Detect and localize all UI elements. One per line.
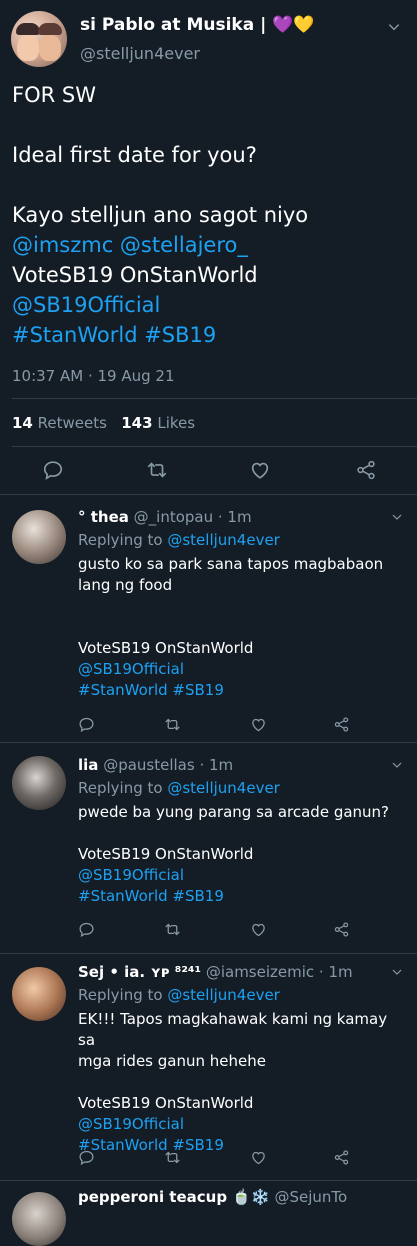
tweet-body-link-line[interactable]: #StanWorld #SB19 xyxy=(12,320,407,350)
avatar[interactable] xyxy=(11,11,67,67)
avatar[interactable] xyxy=(12,967,66,1021)
replying-prefix: Replying to xyxy=(78,779,163,797)
reply-actions xyxy=(78,1149,378,1169)
reply-actions xyxy=(78,921,378,941)
reply-text: gusto ko sa park sana tapos magbabaon lan… xyxy=(78,554,398,701)
reply-time: · 1m xyxy=(199,756,234,774)
like-icon[interactable] xyxy=(250,716,267,733)
tweet-actions xyxy=(0,455,417,485)
reply-text-line: mga rides ganun hehehe xyxy=(78,1052,266,1070)
reply-header: pepperoni teacup 🍵❄️ @SejunTo xyxy=(78,1188,347,1206)
reply-text-line: lang ng food xyxy=(78,576,173,594)
reply-name[interactable]: lia xyxy=(78,756,98,774)
reply-icon[interactable] xyxy=(78,921,95,938)
avatar[interactable] xyxy=(12,1192,66,1246)
divider xyxy=(0,1180,417,1181)
tweet-body-line xyxy=(12,110,407,140)
tweet-body: FOR SW Ideal first date for you? Kayo stel… xyxy=(12,80,407,350)
reply-handle[interactable]: @_intopau xyxy=(134,508,213,526)
reply-text-line xyxy=(78,617,398,638)
avatar[interactable] xyxy=(12,510,66,564)
tweet-body-line: Kayo stelljun ano sagot niyo xyxy=(12,203,309,227)
replying-prefix: Replying to xyxy=(78,531,163,549)
reply-handle[interactable]: @SejunTo xyxy=(274,1188,347,1206)
tweet-body-line xyxy=(12,170,407,200)
reply-text-link-line[interactable]: #StanWorld #SB19 xyxy=(78,680,398,701)
reply-text-line: EK!!! Tapos magkahawak kami ng kamay sa xyxy=(78,1010,388,1049)
chevron-down-icon[interactable] xyxy=(391,759,403,771)
tweet-body-line: FOR SW xyxy=(12,83,96,107)
reply-time: · 1m xyxy=(318,963,353,981)
retweet-icon[interactable] xyxy=(164,921,181,938)
replying-to-handle[interactable]: @stelljun4ever xyxy=(167,779,280,797)
chevron-down-icon[interactable] xyxy=(391,966,403,978)
tweet-body-line: VoteSB19 OnStanWorld xyxy=(12,263,258,287)
reply-icon[interactable] xyxy=(42,459,64,481)
divider xyxy=(12,446,417,447)
chevron-down-icon[interactable] xyxy=(391,511,403,523)
chevron-down-icon[interactable] xyxy=(387,20,401,34)
tweet-stats: 14 Retweets 143 Likes xyxy=(12,414,195,432)
tweet-body-link-line[interactable]: @imszmc @stellajero_ xyxy=(12,230,407,260)
divider xyxy=(0,953,417,954)
replying-to-handle[interactable]: @stelljun4ever xyxy=(167,986,280,1004)
reply-handle[interactable]: @paustellas xyxy=(103,756,195,774)
replying-prefix: Replying to xyxy=(78,986,163,1004)
share-icon[interactable] xyxy=(333,716,350,733)
reply-text-link-line[interactable]: @SB19Official xyxy=(78,865,398,886)
reply-text-line xyxy=(78,596,398,617)
like-icon[interactable] xyxy=(250,1149,267,1166)
replying-to: Replying to @stelljun4ever xyxy=(78,531,280,549)
share-icon[interactable] xyxy=(333,921,350,938)
retweet-icon[interactable] xyxy=(164,716,181,733)
avatar[interactable] xyxy=(12,756,66,810)
replying-to: Replying to @stelljun4ever xyxy=(78,779,280,797)
tweet-body-line: Ideal first date for you? xyxy=(12,143,257,167)
reply-handle[interactable]: @iamseizemic xyxy=(206,963,314,981)
reply-text-line: gusto ko sa park sana tapos magbabaon xyxy=(78,555,384,573)
reply-text-line: VoteSB19 OnStanWorld xyxy=(78,1094,254,1112)
reply-icon[interactable] xyxy=(78,716,95,733)
retweet-icon[interactable] xyxy=(146,459,168,481)
divider xyxy=(12,398,417,399)
reply-header: ° thea @_intopau · 1m xyxy=(78,508,252,526)
like-icon[interactable] xyxy=(250,921,267,938)
replying-to-handle[interactable]: @stelljun4ever xyxy=(167,531,280,549)
reply-name[interactable]: ° thea xyxy=(78,508,129,526)
reply-header: Sej • ia. ʏᴘ ⁸²⁴¹ @iamseizemic · 1m xyxy=(78,963,353,981)
tweet-timestamp[interactable]: 10:37 AM · 19 Aug 21 xyxy=(12,367,175,385)
retweets-label[interactable]: Retweets xyxy=(38,414,107,432)
user-handle[interactable]: @stelljun4ever xyxy=(80,44,200,63)
reply-name[interactable]: pepperoni teacup 🍵❄️ xyxy=(78,1188,270,1206)
display-name[interactable]: si Pablo at Musika | 💜💛 xyxy=(80,15,315,35)
reply-text: EK!!! Tapos magkahawak kami ng kamay sa m… xyxy=(78,1009,398,1156)
reply-text-line xyxy=(78,823,398,844)
reply-text-link-line[interactable]: #StanWorld #SB19 xyxy=(78,886,398,907)
replying-to: Replying to @stelljun4ever xyxy=(78,986,280,1004)
reply-icon[interactable] xyxy=(78,1149,95,1166)
reply-name[interactable]: Sej • ia. ʏᴘ ⁸²⁴¹ xyxy=(78,963,201,981)
reply-header: lia @paustellas · 1m xyxy=(78,756,233,774)
reply-text-line: VoteSB19 OnStanWorld xyxy=(78,845,254,863)
retweet-icon[interactable] xyxy=(164,1149,181,1166)
reply-text-link-line[interactable]: @SB19Official xyxy=(78,1114,398,1135)
reply-actions xyxy=(78,716,378,736)
divider xyxy=(0,742,417,743)
likes-label[interactable]: Likes xyxy=(157,414,195,432)
reply-text-line xyxy=(78,1072,398,1093)
share-icon[interactable] xyxy=(355,459,377,481)
like-icon[interactable] xyxy=(249,459,271,481)
retweet-count[interactable]: 14 xyxy=(12,414,33,432)
reply-text-line: VoteSB19 OnStanWorld xyxy=(78,639,254,657)
reply-text: pwede ba yung parang sa arcade ganun? Vot… xyxy=(78,802,398,907)
reply-time: · 1m xyxy=(217,508,252,526)
share-icon[interactable] xyxy=(333,1149,350,1166)
reply-text-line: pwede ba yung parang sa arcade ganun? xyxy=(78,803,390,821)
tweet-body-link-line[interactable]: @SB19Official xyxy=(12,290,407,320)
reply-text-link-line[interactable]: @SB19Official xyxy=(78,659,398,680)
like-count[interactable]: 143 xyxy=(121,414,152,432)
divider xyxy=(0,494,417,495)
